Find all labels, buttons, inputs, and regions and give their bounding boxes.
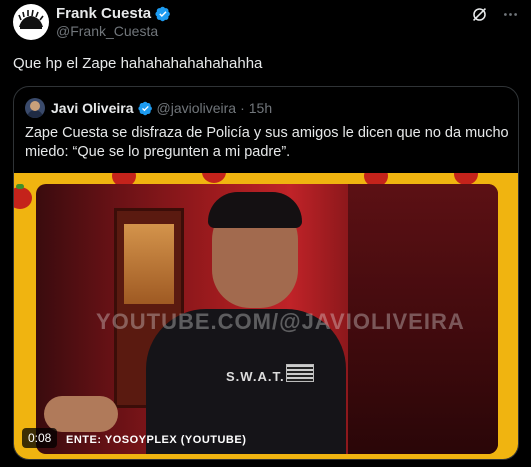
- more-options-icon[interactable]: [502, 6, 519, 23]
- porcupine-icon: [14, 5, 48, 39]
- tweet-text: Que hp el Zape hahahahahahahahha: [13, 55, 263, 72]
- tweet: Frank Cuesta @Frank_Cuesta Que hp el Zap…: [0, 0, 531, 467]
- quoted-tweet[interactable]: Javi Oliveira @javioliveira · 15h Zape C…: [13, 86, 519, 460]
- quoted-author-display-name: Javi Oliveira: [51, 100, 134, 116]
- hand-graphic: [44, 396, 118, 432]
- quoted-tweet-header: Javi Oliveira @javioliveira · 15h: [25, 98, 272, 118]
- video-frame: S.W.A.T. YOUTUBE.COM/@JAVIOLIVEIRA ENTE:…: [36, 184, 498, 454]
- tweet-top-actions: [471, 6, 519, 23]
- author-handle[interactable]: @Frank_Cuesta: [56, 23, 158, 39]
- video-player[interactable]: S.W.A.T. YOUTUBE.COM/@JAVIOLIVEIRA ENTE:…: [14, 173, 518, 459]
- separator-dot: ·: [240, 100, 245, 116]
- tomato-decoration: [202, 173, 226, 183]
- grok-icon[interactable]: [471, 6, 488, 23]
- quoted-tweet-text: Zape Cuesta se disfraza de Policía y sus…: [25, 125, 509, 160]
- door-window-graphic: [124, 224, 174, 304]
- author-display-name[interactable]: Frank Cuesta: [56, 5, 151, 22]
- quoted-tweet-time: 15h: [248, 100, 273, 116]
- vest-label: S.W.A.T.: [226, 369, 285, 384]
- video-watermark: YOUTUBE.COM/@JAVIOLIVEIRA: [96, 309, 465, 334]
- video-credit: ENTE: YOSOYPLEX (YOUTUBE): [66, 434, 247, 446]
- person-hair-graphic: [208, 192, 302, 228]
- author-avatar[interactable]: [13, 4, 49, 40]
- video-timestamp: 0:08: [22, 428, 58, 448]
- quoted-verified-badge-icon: [137, 101, 153, 116]
- flag-patch-graphic: [286, 364, 314, 382]
- quoted-author-avatar: [25, 98, 45, 118]
- verified-badge-icon: [155, 6, 171, 22]
- quoted-author-handle: @javioliveira: [156, 100, 237, 116]
- tomato-decoration: [14, 184, 32, 209]
- author-name-row: Frank Cuesta: [56, 5, 171, 22]
